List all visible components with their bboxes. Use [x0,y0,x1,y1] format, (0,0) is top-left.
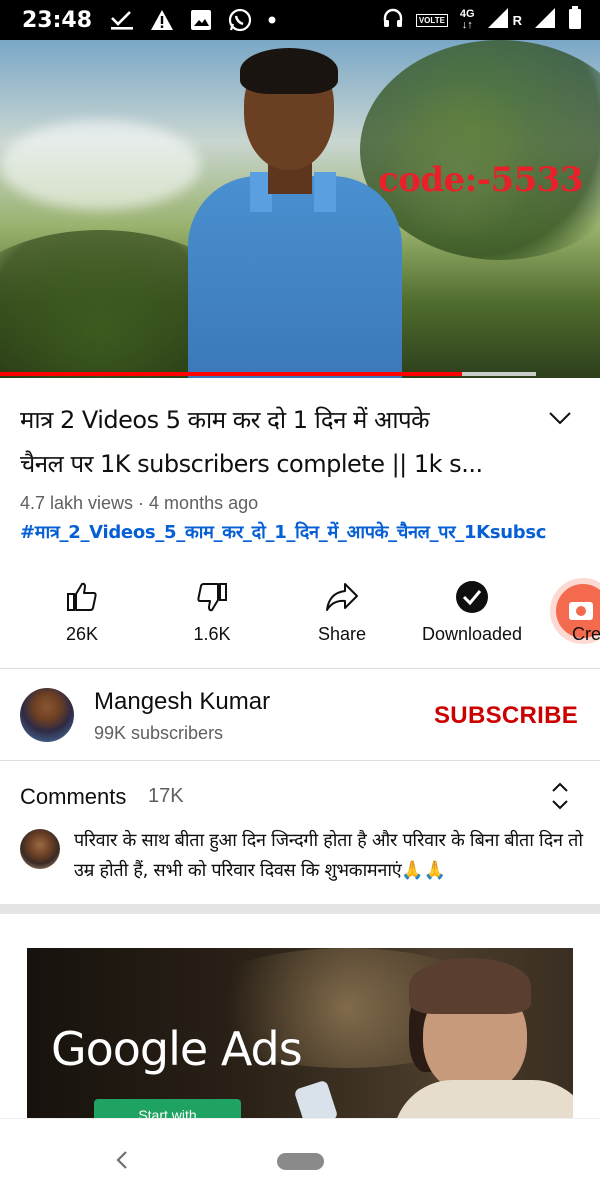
comments-count: 17K [148,785,184,807]
video-player[interactable]: code:-5533 [0,40,600,378]
channel-name[interactable]: Mangesh Kumar [94,688,270,716]
share-button[interactable]: Share [277,576,407,645]
download-done-icon [110,8,134,32]
video-title-line: चैनल पर 1K subscribers complete || 1k s.… [20,450,483,478]
like-button[interactable]: 26K [17,576,147,645]
signal-icon [487,7,509,34]
hashtag-link[interactable]: #मात्र_2_Videos_5_काम_कर_दो_1_दिन_में_आप… [20,520,590,544]
headphones-icon [382,7,404,34]
signal-2-icon [534,7,556,34]
expand-collapse-icon[interactable] [549,780,571,812]
top-comment-text[interactable]: परिवार के साथ बीता हुआ दिन जिन्दगी होता … [74,826,590,886]
create-label: Cre [572,624,600,644]
notification-dot-icon [268,8,276,32]
video-progress-fill [0,372,462,376]
section-separator [0,904,600,914]
image-icon [190,8,212,32]
expand-description-chevron-down-icon[interactable] [548,408,572,428]
video-overlay-code: code:-5533 [378,160,584,200]
status-bar: 23:48 VOLTE 4G ↓↑ R [0,0,600,40]
roaming-indicator: R [512,12,522,28]
video-title-line: मात्र 2 Videos 5 काम कर दो 1 दिन में आपक… [20,406,430,434]
share-label: Share [317,624,367,644]
downloaded-check-icon [407,576,537,618]
share-arrow-icon [277,576,407,618]
channel-avatar[interactable] [20,688,74,742]
video-progress-bar[interactable] [0,372,536,376]
volte-badge: VOLTE [415,13,448,27]
like-count: 26K [65,624,99,644]
status-time: 23:48 [22,7,93,33]
subscribe-button[interactable]: SUBSCRIBE [434,702,578,730]
dislike-button[interactable]: 1.6K [147,576,277,645]
divider [0,760,600,761]
downloaded-button[interactable]: Downloaded [407,576,537,645]
ad-logo-text: Google Ads [51,1022,303,1076]
video-meta: 4.7 lakh views · 4 months ago [20,493,259,513]
battery-icon [568,5,582,35]
ad-cta-button[interactable]: Start with [94,1099,241,1118]
commenter-avatar[interactable] [20,829,60,869]
thumbs-down-icon [147,576,277,618]
divider [0,668,600,669]
video-title[interactable]: मात्र 2 Videos 5 काम कर दो 1 दिन में आपक… [20,398,530,486]
video-presenter [188,48,402,378]
whatsapp-icon [228,8,252,32]
comments-header[interactable]: Comments [20,784,126,810]
network-type: 4G ↓↑ [459,8,475,31]
home-pill-button[interactable] [277,1153,324,1170]
dislike-count: 1.6K [193,624,231,644]
downloaded-label: Downloaded [421,624,523,644]
system-navigation-bar [0,1118,600,1200]
back-chevron-icon[interactable] [112,1149,132,1171]
ad-banner[interactable]: Google Ads Start with [27,948,573,1118]
warning-icon [150,8,174,32]
subscriber-count: 99K subscribers [94,723,224,743]
action-bar: 26K 1.6K Share Downloaded [0,576,600,666]
thumbs-up-icon [17,576,147,618]
